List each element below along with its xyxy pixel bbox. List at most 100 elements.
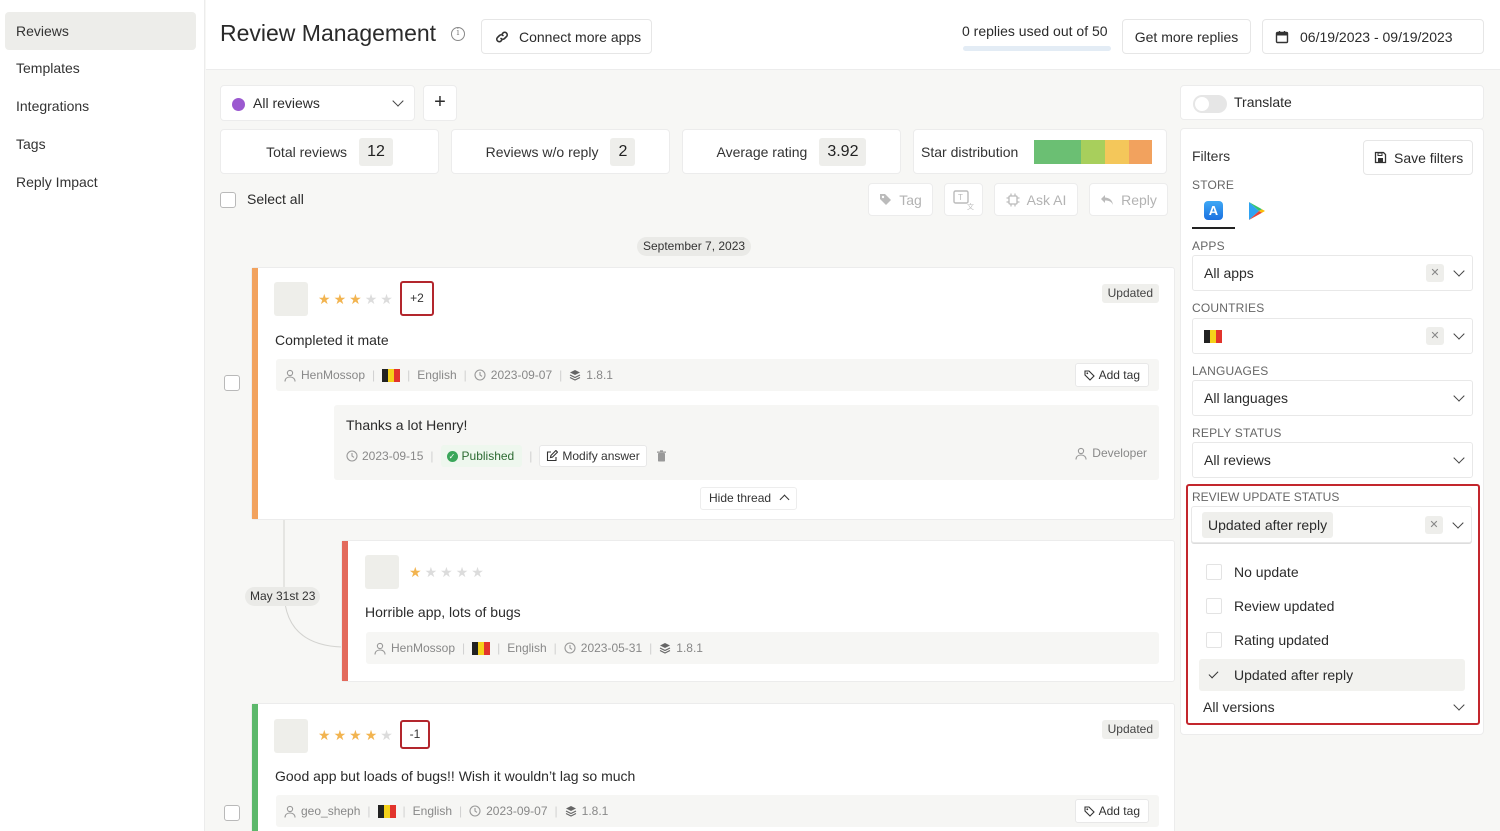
- star-empty-icon: ★: [455, 564, 469, 580]
- connect-apps-button[interactable]: Connect more apps: [481, 19, 652, 54]
- clock-icon: [469, 805, 481, 817]
- reply-status-select[interactable]: All reviews: [1192, 442, 1473, 478]
- layers-icon: [565, 806, 576, 817]
- translate-action-button[interactable]: T文: [944, 183, 983, 216]
- sidebar-item-tags[interactable]: Tags: [5, 125, 196, 163]
- option-checkbox: [1206, 564, 1222, 580]
- sidebar: Reviews Templates Integrations Tags Repl…: [0, 0, 205, 831]
- clock-icon: [474, 369, 486, 381]
- average-rating-stat: Average rating 3.92: [682, 129, 901, 174]
- languages-select[interactable]: All languages: [1192, 380, 1473, 416]
- user-icon: [1075, 447, 1087, 460]
- star-empty-icon: ★: [424, 564, 438, 580]
- star-rating: ★ ★ ★ ★ ★: [318, 728, 393, 742]
- review-meta: geo_sheph | | English | 2023-09-07 | 1.8…: [276, 795, 1159, 827]
- sidebar-item-reply-impact[interactable]: Reply Impact: [5, 163, 196, 201]
- date-range-picker[interactable]: 06/19/2023 - 09/19/2023: [1262, 19, 1484, 54]
- review-update-status-select[interactable]: Updated after reply ✕: [1191, 506, 1472, 543]
- review-version: 1.8.1: [581, 804, 609, 818]
- reply-button[interactable]: Reply: [1089, 183, 1168, 216]
- review-author: HenMossop: [301, 368, 366, 382]
- option-review-updated[interactable]: Review updated: [1199, 590, 1465, 622]
- chevron-down-icon: [1453, 265, 1465, 277]
- published-label: Published: [461, 449, 515, 463]
- connect-apps-label: Connect more apps: [519, 28, 642, 45]
- info-icon[interactable]: i: [451, 27, 465, 41]
- user-icon: [284, 369, 296, 382]
- check-icon: [1206, 667, 1222, 683]
- option-label: Updated after reply: [1234, 667, 1354, 683]
- review-checkbox[interactable]: [224, 805, 240, 821]
- distribution-segment: [1057, 139, 1082, 164]
- ai-chip-icon: [1006, 193, 1020, 206]
- option-updated-after-reply[interactable]: Updated after reply: [1199, 659, 1465, 691]
- option-no-update[interactable]: No update: [1199, 556, 1465, 588]
- review-card-previous: ★ ★ ★ ★ ★ Horrible app, lots of bugs HenMoss…: [341, 540, 1175, 682]
- modify-answer-button[interactable]: Modify answer: [539, 445, 647, 467]
- option-rating-updated[interactable]: Rating updated: [1199, 624, 1465, 656]
- ask-ai-button[interactable]: Ask AI: [994, 183, 1078, 216]
- review-text: Completed it mate: [275, 332, 389, 348]
- hide-thread-button[interactable]: Hide thread: [700, 487, 798, 510]
- clear-icon[interactable]: ✕: [1425, 516, 1443, 534]
- star-filled-icon: ★: [349, 727, 362, 743]
- belgium-flag-icon: [382, 368, 401, 382]
- distribution-segment: [1034, 139, 1058, 164]
- review-date: 2023-09-07: [490, 368, 553, 382]
- translate-toggle-row: Translate: [1180, 85, 1484, 120]
- star-rating: ★ ★ ★ ★ ★: [318, 292, 393, 306]
- option-label: Review updated: [1234, 598, 1335, 614]
- reply-text: Thanks a lot Henry!: [346, 417, 468, 433]
- google-play-tab[interactable]: [1236, 193, 1279, 229]
- countries-select[interactable]: ✕: [1192, 318, 1473, 354]
- reviews-no-reply-stat: Reviews w/o reply 2: [451, 129, 670, 174]
- chevron-down-icon: [1453, 452, 1465, 464]
- select-all-checkbox[interactable]: [220, 192, 236, 208]
- total-reviews-stat: Total reviews 12: [220, 129, 439, 174]
- tag-icon: [1084, 369, 1095, 381]
- hide-thread-label: Hide thread: [709, 491, 772, 505]
- trash-icon[interactable]: [656, 450, 667, 462]
- thread-date-chip: May 31st 23: [245, 587, 321, 606]
- avatar: [274, 719, 308, 753]
- star-distribution-bar: [1034, 139, 1153, 164]
- published-badge: ✓ Published: [440, 445, 523, 467]
- chevron-down-icon: [392, 95, 404, 107]
- belgium-flag-icon: [1204, 329, 1222, 343]
- get-more-replies-button[interactable]: Get more replies: [1122, 19, 1251, 54]
- star-empty-icon: ★: [380, 291, 393, 307]
- calendar-icon: [1275, 30, 1289, 43]
- versions-select[interactable]: All versions: [1191, 692, 1472, 722]
- sidebar-item-integrations[interactable]: Integrations: [5, 87, 196, 125]
- tag-button[interactable]: Tag: [868, 183, 933, 216]
- star-empty-icon: ★: [440, 564, 453, 580]
- sidebar-item-reviews[interactable]: Reviews: [5, 12, 196, 50]
- review-rating-bar: [342, 541, 348, 681]
- clear-icon[interactable]: ✕: [1426, 264, 1444, 282]
- store-label: STORE: [1192, 178, 1235, 192]
- apps-select[interactable]: All apps ✕: [1192, 255, 1473, 291]
- reply-date: 2023-09-15: [362, 449, 424, 463]
- star-rating: ★ ★ ★ ★ ★: [409, 565, 484, 579]
- star-filled-icon: ★: [364, 727, 378, 743]
- sidebar-item-templates[interactable]: Templates: [5, 49, 196, 87]
- chevron-down-icon: [1453, 699, 1465, 711]
- clear-icon[interactable]: ✕: [1426, 327, 1444, 345]
- review-text: Good app but loads of bugs!! Wish it wou…: [275, 768, 636, 784]
- star-empty-icon: ★: [364, 291, 378, 307]
- save-filters-button[interactable]: Save filters: [1363, 140, 1473, 175]
- status-badge: Updated: [1101, 720, 1159, 739]
- review-checkbox[interactable]: [224, 375, 240, 391]
- chevron-down-icon: [1453, 390, 1465, 402]
- ask-ai-label: Ask AI: [1026, 191, 1067, 208]
- modify-answer-label: Modify answer: [562, 449, 640, 463]
- translate-toggle[interactable]: [1193, 95, 1227, 113]
- reviews-no-reply-label: Reviews w/o reply: [485, 143, 599, 160]
- avatar: [365, 555, 399, 589]
- add-view-button[interactable]: +: [423, 85, 457, 121]
- add-tag-button[interactable]: Add tag: [1074, 799, 1149, 823]
- add-tag-button[interactable]: Add tag: [1074, 363, 1149, 387]
- review-filter-dropdown[interactable]: All reviews: [220, 85, 415, 121]
- google-play-icon: [1249, 202, 1265, 220]
- app-store-tab[interactable]: A: [1192, 193, 1235, 229]
